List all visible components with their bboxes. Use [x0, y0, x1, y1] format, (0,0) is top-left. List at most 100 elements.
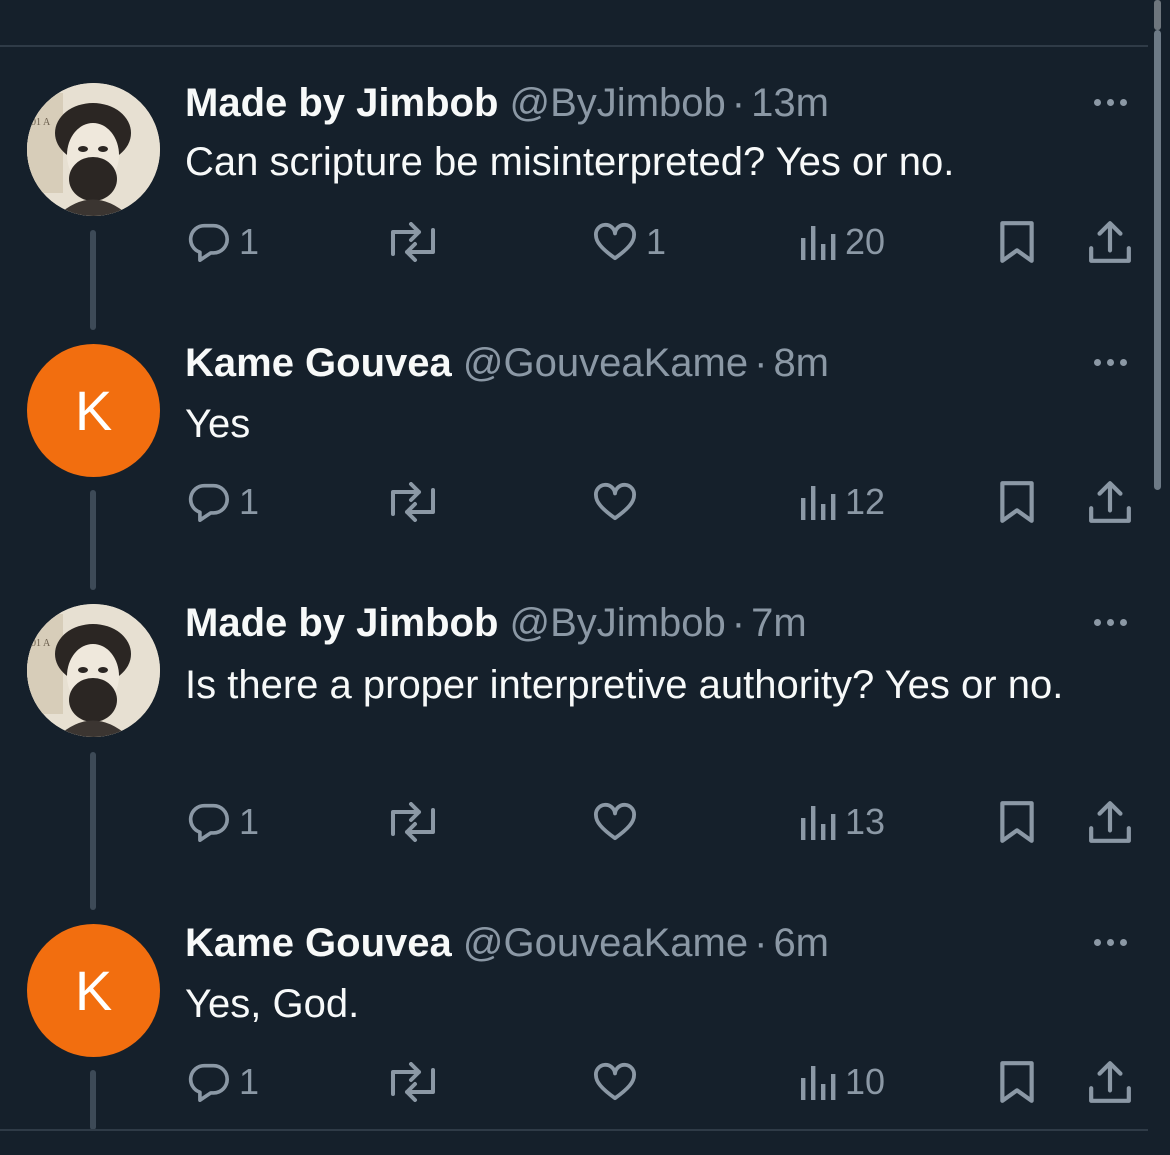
bookmark-icon: [1000, 1061, 1034, 1103]
bookmark-icon: [1000, 801, 1034, 843]
heart-icon: [594, 802, 636, 841]
tweet-header: Made by Jimbob @ByJimbob · 13m: [185, 80, 829, 126]
reply-count: 1: [239, 221, 260, 262]
like-button[interactable]: 1: [592, 217, 666, 267]
tweet-actions: 1 10: [187, 1057, 1137, 1107]
reply-button[interactable]: 1: [187, 217, 259, 267]
views-button[interactable]: 13: [797, 797, 885, 847]
views-button[interactable]: 10: [797, 1057, 885, 1107]
views-bar-chart-icon: [801, 1066, 836, 1100]
bookmark-button[interactable]: [997, 797, 1037, 847]
retweet-button[interactable]: [385, 477, 449, 527]
views-bar-chart-icon: [801, 226, 836, 260]
display-name[interactable]: Made by Jimbob: [185, 601, 498, 645]
like-count: 1: [646, 221, 667, 262]
views-bar-chart-icon: [801, 486, 836, 520]
reply-button[interactable]: 1: [187, 1057, 259, 1107]
bookmark-button[interactable]: [997, 217, 1037, 267]
timestamp[interactable]: 7m: [751, 601, 807, 645]
tweet-text: Yes, God.: [185, 982, 360, 1026]
views-count: 10: [845, 1061, 886, 1102]
more-dots-icon[interactable]: [1094, 612, 1138, 632]
retweet-button[interactable]: [385, 217, 449, 267]
reply-bubble-icon: [188, 483, 229, 522]
user-handle[interactable]: @GouveaKame: [463, 341, 748, 385]
display-name[interactable]: Made by Jimbob: [185, 81, 498, 125]
avatar[interactable]: K: [27, 924, 160, 1057]
user-handle[interactable]: @GouveaKame: [463, 921, 748, 965]
like-button[interactable]: [592, 477, 646, 527]
heart-icon: [594, 222, 636, 261]
heart-icon: [594, 482, 636, 521]
thread-connector: [90, 1070, 96, 1130]
bottom-divider: [0, 1129, 1148, 1131]
retweet-icon: [391, 222, 435, 262]
timestamp[interactable]: 13m: [751, 81, 829, 125]
retweet-button[interactable]: [385, 1057, 449, 1107]
more-dots-icon[interactable]: [1094, 92, 1138, 112]
tweet[interactable]: K Kame Gouvea @GouveaKame · 6m Yes, God. 1…: [0, 910, 1148, 1130]
tweet-text: Can scripture be misinterpreted? Yes or …: [185, 140, 955, 184]
top-divider: [0, 45, 1148, 47]
tweet-text: Yes: [185, 402, 251, 446]
views-count: 13: [845, 801, 886, 842]
tweet-actions: 1 13: [187, 797, 1137, 847]
separator: ·: [731, 81, 746, 125]
share-upload-icon: [1089, 1061, 1131, 1103]
bookmark-icon: [1000, 481, 1034, 523]
scrollbar-thumb[interactable]: [1154, 30, 1161, 490]
thread-connector: [90, 752, 96, 910]
share-button[interactable]: [1087, 477, 1133, 527]
bookmark-button[interactable]: [997, 477, 1037, 527]
tweet-text: Is there a proper interpretive authority…: [185, 663, 1064, 707]
reply-count: 1: [239, 1061, 260, 1102]
reply-count: 1: [239, 801, 260, 842]
thread-connector: [90, 230, 96, 330]
display-name[interactable]: Kame Gouvea: [185, 341, 452, 385]
share-button[interactable]: [1087, 217, 1133, 267]
retweet-icon: [391, 802, 435, 842]
share-button[interactable]: [1087, 797, 1133, 847]
views-bar-chart-icon: [801, 806, 836, 840]
reply-button[interactable]: 1: [187, 797, 259, 847]
avatar[interactable]: 01 A: [27, 83, 160, 216]
retweet-button[interactable]: [385, 797, 449, 847]
tweet[interactable]: 01 A Made by Jimbob @ByJimbob · 13m Can sc…: [0, 70, 1148, 332]
separator: ·: [731, 601, 746, 645]
thread-connector: [90, 490, 96, 590]
tweet-actions: 1 1 20: [187, 217, 1137, 267]
tweet-header: Kame Gouvea @GouveaKame · 8m: [185, 340, 829, 386]
reply-bubble-icon: [188, 223, 229, 262]
separator: ·: [754, 921, 768, 965]
views-count: 20: [845, 221, 886, 262]
views-button[interactable]: 20: [797, 217, 885, 267]
tweet[interactable]: K Kame Gouvea @GouveaKame · 8m Yes 1 12: [0, 330, 1148, 592]
avatar-portrait-icon: 01 A: [27, 604, 160, 737]
share-upload-icon: [1089, 801, 1131, 843]
bookmark-button[interactable]: [997, 1057, 1037, 1107]
timestamp[interactable]: 8m: [773, 341, 829, 385]
user-handle[interactable]: @ByJimbob: [510, 81, 726, 125]
avatar[interactable]: K: [27, 344, 160, 477]
tweet[interactable]: 01 A Made by Jimbob @ByJimbob · 7m Is ther…: [0, 590, 1148, 910]
bookmark-icon: [1000, 221, 1034, 263]
separator: ·: [754, 341, 768, 385]
retweet-icon: [391, 1062, 435, 1102]
user-handle[interactable]: @ByJimbob: [510, 601, 726, 645]
views-count: 12: [845, 481, 886, 522]
share-button[interactable]: [1087, 1057, 1133, 1107]
more-dots-icon[interactable]: [1094, 932, 1138, 952]
like-button[interactable]: [592, 797, 646, 847]
avatar[interactable]: 01 A: [27, 604, 160, 737]
more-dots-icon[interactable]: [1094, 352, 1138, 372]
avatar-portrait-icon: 01 A: [27, 83, 160, 216]
tweet-header: Made by Jimbob @ByJimbob · 7m: [185, 600, 807, 646]
display-name[interactable]: Kame Gouvea: [185, 921, 452, 965]
reply-count: 1: [239, 481, 260, 522]
reply-button[interactable]: 1: [187, 477, 259, 527]
views-button[interactable]: 12: [797, 477, 885, 527]
timestamp[interactable]: 6m: [773, 921, 829, 965]
share-upload-icon: [1089, 221, 1131, 263]
like-button[interactable]: [592, 1057, 646, 1107]
avatar-inset-text: 01 A: [31, 117, 51, 128]
